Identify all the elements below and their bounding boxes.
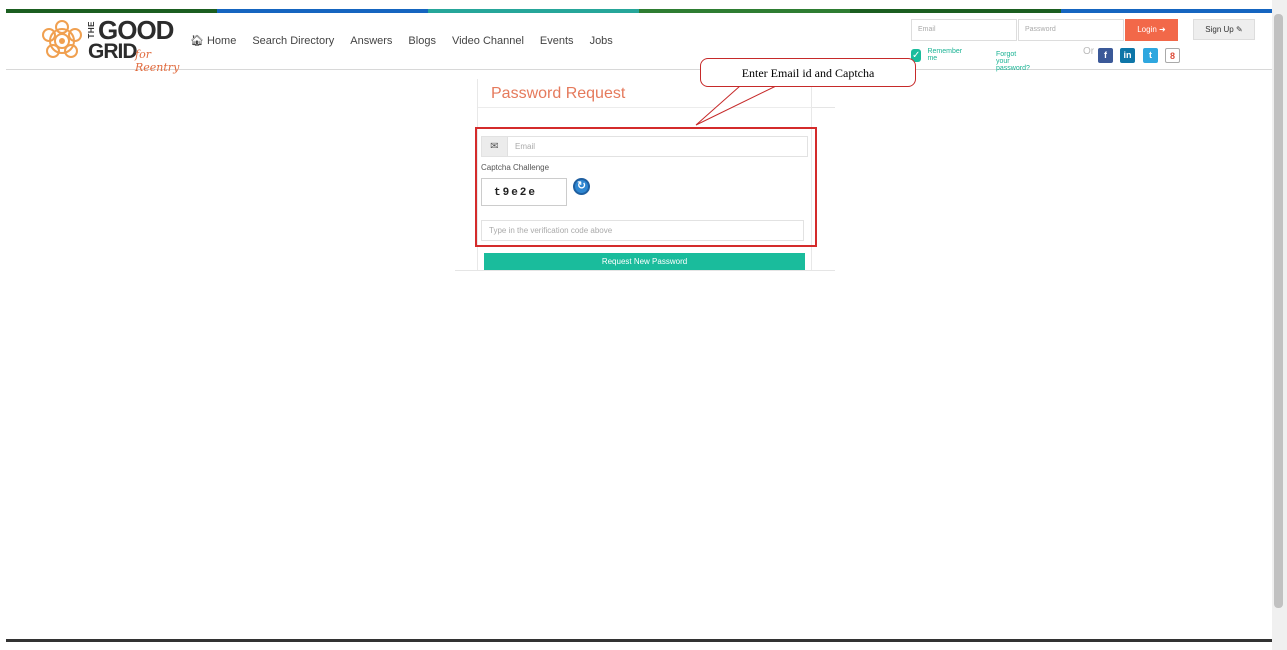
annotation-callout: Enter Email id and Captcha [700,58,916,87]
remember-me[interactable]: ✓ Remember me [911,48,965,62]
panel-divider-extension [812,107,835,108]
nav-home[interactable]: 🏠︎ Home [190,34,237,48]
login-email-input[interactable]: Email [911,19,1017,41]
facebook-icon[interactable]: f [1098,48,1113,63]
login-button[interactable]: Login ➜ [1125,19,1178,41]
site-header: THE GOOD GRID for Reentry 🏠︎ Home Search… [6,13,1272,74]
logo-tagline: for Reentry [135,48,180,74]
scrollbar-thumb[interactable] [1274,14,1283,608]
logo-emblem-icon [42,20,82,58]
login-password-input[interactable]: Password [1018,19,1124,41]
nav-events[interactable]: Events [540,35,574,47]
request-new-password-button[interactable]: Request New Password [484,253,805,270]
nav-search-directory[interactable]: Search Directory [252,35,334,47]
forgot-password-link[interactable]: Forgot your password? [996,51,1030,72]
callout-text: Enter Email id and Captcha [741,66,875,80]
annotation-highlight-box [475,127,817,247]
site-logo[interactable]: THE GOOD GRID for Reentry [38,17,188,74]
title-divider [478,107,811,108]
home-icon: 🏠︎ [190,35,204,47]
or-label: Or [1083,46,1095,57]
signup-button-label: Sign Up [1205,25,1234,34]
nav-home-label: Home [206,34,237,47]
twitter-icon[interactable]: t [1143,48,1158,63]
logo-the-text: THE [87,21,96,39]
nav-blogs[interactable]: Blogs [408,35,436,47]
main-nav: 🏠︎ Home Search Directory Answers Blogs V… [190,34,629,48]
edit-icon: ✎ [1236,25,1243,34]
page-title: Password Request [491,85,626,102]
signup-button[interactable]: Sign Up ✎ [1193,19,1255,40]
login-arrow-icon: ➜ [1159,25,1166,34]
panel-bottom-line [455,270,835,271]
logo-grid-text: GRID [88,40,137,63]
bottom-border [6,639,1272,642]
nav-video-channel[interactable]: Video Channel [452,35,524,47]
remember-label: Remember me [927,48,963,62]
google-plus-icon[interactable]: 8 [1165,48,1180,63]
nav-answers[interactable]: Answers [350,35,392,47]
login-button-label: Login [1137,25,1157,34]
linkedin-icon[interactable]: in [1120,48,1135,63]
nav-jobs[interactable]: Jobs [590,35,613,47]
